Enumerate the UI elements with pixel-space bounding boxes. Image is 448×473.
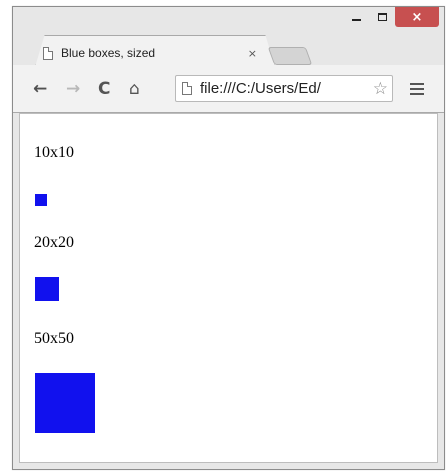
- maximize-icon: [377, 13, 387, 21]
- blue-box-50: [35, 373, 95, 433]
- address-bar[interactable]: file:///C:/Users/Ed/ ☆: [175, 75, 393, 102]
- blue-box-10: [35, 194, 47, 206]
- page-icon: [43, 46, 53, 60]
- home-button[interactable]: ⌂: [129, 79, 140, 99]
- box-label-10: 10x10: [34, 144, 74, 161]
- minimize-button[interactable]: [343, 7, 369, 27]
- maximize-button[interactable]: [369, 7, 395, 27]
- hamburger-line: [410, 93, 424, 95]
- active-tab-content[interactable]: Blue boxes, sized ×: [43, 41, 265, 65]
- new-tab-button[interactable]: [267, 47, 313, 65]
- url-text[interactable]: file:///C:/Users/Ed/: [200, 80, 373, 97]
- reload-button[interactable]: C: [98, 79, 110, 99]
- back-button[interactable]: ←: [33, 79, 47, 99]
- bookmark-star-icon[interactable]: ☆: [373, 79, 388, 99]
- tab-title: Blue boxes, sized: [61, 46, 156, 60]
- close-window-button[interactable]: ×: [395, 7, 439, 27]
- box-label-20: 20x20: [34, 234, 74, 251]
- file-page-icon: [182, 82, 192, 95]
- hamburger-line: [410, 83, 424, 85]
- window-controls: ×: [343, 7, 439, 29]
- box-label-50: 50x50: [34, 330, 74, 347]
- minimize-icon: [351, 19, 361, 21]
- page-content: 10x10 20x20 50x50: [19, 113, 438, 463]
- browser-window: Blue boxes, sized × × ← → C ⌂ file:///C:…: [12, 6, 445, 470]
- hamburger-line: [410, 88, 424, 90]
- menu-button[interactable]: [410, 83, 424, 98]
- forward-button[interactable]: →: [66, 79, 80, 99]
- blue-box-20: [35, 277, 59, 301]
- toolbar: ← → C ⌂ file:///C:/Users/Ed/ ☆: [13, 65, 444, 113]
- tab-close-icon[interactable]: ×: [248, 47, 257, 60]
